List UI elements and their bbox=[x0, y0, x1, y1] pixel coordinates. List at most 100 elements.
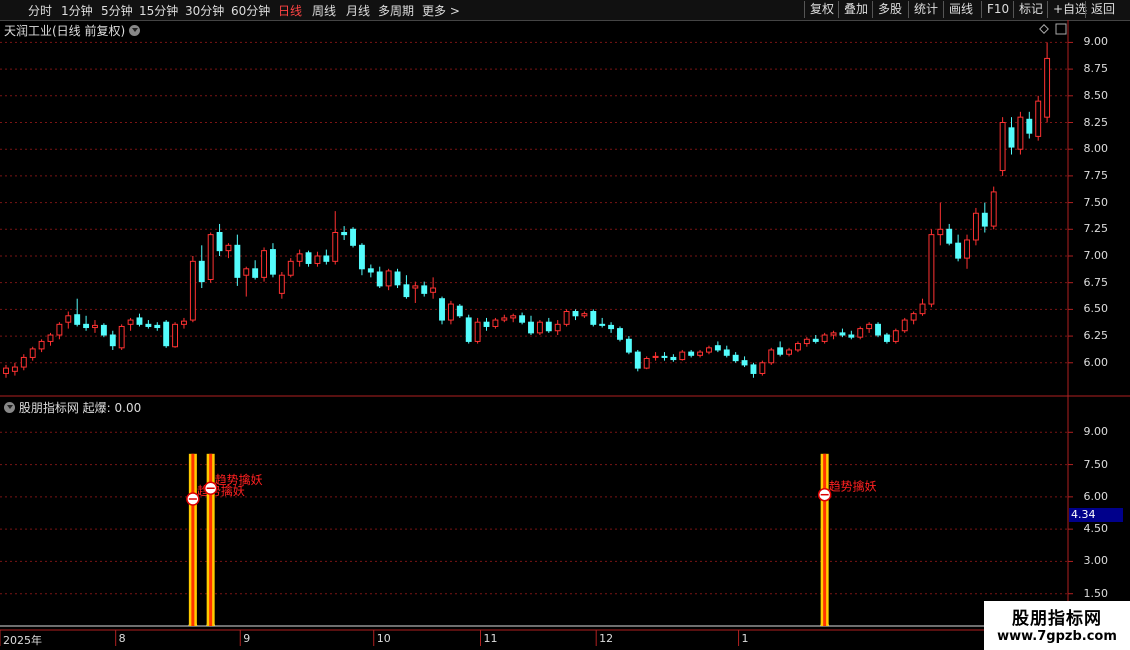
candle-body bbox=[323, 255, 330, 262]
candle-body bbox=[830, 332, 837, 336]
indicator-y-tick-label: 1.50 bbox=[1083, 586, 1109, 600]
candle-body bbox=[261, 250, 267, 278]
toolbar-action-1[interactable]: 叠加 bbox=[838, 1, 873, 18]
watermark-title: 股朋指标网 bbox=[1012, 609, 1102, 629]
main-chart-title-text: 天润工业(日线 前复权) bbox=[4, 24, 126, 38]
period-toolbar: 分时 1分钟 5分钟 15分钟 30分钟 60分钟 日线 周线 月线 多周期 更多 > 复权 叠加 多股统… bbox=[0, 0, 1130, 21]
candle-body bbox=[750, 364, 757, 374]
candle-body bbox=[47, 334, 54, 342]
candle-body bbox=[599, 323, 606, 326]
y-tick-label: 8.75 bbox=[1083, 62, 1109, 76]
candle-body bbox=[1017, 116, 1024, 150]
toolbar-action-2[interactable]: 多股 bbox=[872, 1, 907, 18]
candle-body bbox=[741, 360, 748, 366]
candle-body bbox=[857, 328, 864, 338]
y-tick-label: 8.25 bbox=[1083, 115, 1109, 129]
indicator-title-text: 股朋指标网 起爆: 0.00 bbox=[18, 401, 142, 415]
candle-body bbox=[358, 244, 365, 270]
candle-body bbox=[412, 285, 419, 289]
period-tab-8[interactable]: 月线 bbox=[346, 2, 370, 19]
period-tab-4[interactable]: 30分钟 bbox=[185, 2, 224, 19]
candle-body bbox=[901, 319, 908, 332]
candle-body bbox=[243, 268, 250, 276]
indicator-y-tick-label: 4.50 bbox=[1083, 522, 1109, 536]
y-tick-label: 6.00 bbox=[1083, 355, 1109, 369]
candle-body bbox=[11, 366, 18, 372]
period-tab-5[interactable]: 60分钟 bbox=[231, 2, 270, 19]
candle-body bbox=[510, 315, 517, 319]
candle-body bbox=[999, 122, 1006, 172]
candle-body bbox=[296, 253, 303, 262]
signal-marker-icon bbox=[186, 492, 200, 506]
candle-body bbox=[883, 334, 890, 342]
candle-body bbox=[821, 334, 828, 342]
toolbar-action-6[interactable]: 标记 bbox=[1013, 1, 1048, 18]
candle-body bbox=[118, 325, 125, 349]
candle-body bbox=[163, 321, 170, 347]
period-tab-2[interactable]: 5分钟 bbox=[101, 2, 133, 19]
candle-body bbox=[181, 320, 187, 325]
candle-body bbox=[545, 321, 552, 332]
period-tab-0[interactable]: 分时 bbox=[28, 2, 52, 19]
indicator-current-value: 4.34 bbox=[1069, 508, 1123, 522]
candle-body bbox=[519, 315, 526, 323]
candle-body bbox=[643, 358, 650, 369]
period-tab-1[interactable]: 1分钟 bbox=[61, 2, 93, 19]
y-tick-label: 8.50 bbox=[1083, 88, 1109, 102]
chevron-down-icon[interactable] bbox=[129, 25, 141, 36]
toolbar-action-4[interactable]: 画线 bbox=[943, 1, 978, 18]
candle-body bbox=[100, 324, 107, 336]
signal-bar bbox=[188, 453, 197, 626]
signal-marker-icon bbox=[203, 481, 218, 495]
signal-bar-core bbox=[191, 453, 195, 626]
candle-body bbox=[492, 319, 499, 327]
indicator-title: 股朋指标网 起爆: 0.00 bbox=[4, 399, 141, 416]
y-tick-label: 7.50 bbox=[1083, 195, 1109, 209]
signal-label: 趋势擒妖 bbox=[829, 479, 877, 494]
side-strip-lower bbox=[1121, 400, 1130, 600]
period-tab-7[interactable]: 周线 bbox=[312, 2, 336, 19]
period-tab-9[interactable]: 多周期 bbox=[378, 2, 414, 19]
candle-body bbox=[955, 242, 962, 259]
candle-body bbox=[768, 349, 775, 364]
candle-body bbox=[848, 334, 855, 338]
candle-body bbox=[661, 355, 668, 358]
signal-bar bbox=[820, 453, 829, 626]
signal-bar bbox=[206, 453, 215, 626]
candle-body bbox=[20, 356, 27, 368]
candle-body bbox=[732, 354, 739, 362]
signal-label: 趋势擒妖 bbox=[197, 483, 245, 498]
main-chart-title: 天润工业(日线 前复权) bbox=[4, 22, 141, 39]
candle-body bbox=[145, 323, 152, 327]
period-tab-3[interactable]: 15分钟 bbox=[139, 2, 178, 19]
period-tab-6[interactable]: 日线 bbox=[278, 2, 302, 19]
y-tick-label: 8.00 bbox=[1083, 142, 1109, 156]
toolbar-action-5[interactable]: F10 bbox=[981, 1, 1014, 18]
y-tick-label: 7.75 bbox=[1083, 168, 1109, 182]
candle-body bbox=[83, 323, 90, 329]
chevron-down-icon[interactable] bbox=[4, 402, 15, 413]
y-tick-label: 7.25 bbox=[1083, 222, 1109, 236]
y-tick-label: 6.50 bbox=[1083, 302, 1109, 316]
y-tick-label: 6.25 bbox=[1083, 329, 1109, 343]
candle-body bbox=[875, 323, 881, 336]
candle-body bbox=[341, 231, 348, 236]
indicator-y-tick-label: 9.00 bbox=[1083, 425, 1109, 439]
toolbar-action-8[interactable]: 返回 bbox=[1085, 1, 1120, 18]
candle-body bbox=[350, 228, 356, 246]
candle-body bbox=[528, 321, 534, 334]
candle-body bbox=[385, 270, 392, 287]
toolbar-action-0[interactable]: 复权 bbox=[804, 1, 839, 18]
signal-marker-icon bbox=[817, 487, 832, 502]
candle-body bbox=[56, 323, 63, 336]
candle-body bbox=[803, 338, 810, 345]
signal-peak bbox=[206, 610, 216, 627]
price-chart[interactable]: 趋势擒妖趋势擒妖 趋势擒妖 bbox=[0, 0, 1130, 650]
period-tab-10[interactable]: 更多 > bbox=[422, 2, 460, 19]
candle-body bbox=[270, 249, 276, 275]
x-tick-label: 12 bbox=[599, 632, 614, 645]
candle-body bbox=[225, 244, 232, 252]
candle-body bbox=[946, 228, 953, 244]
candle-body bbox=[990, 191, 997, 227]
toolbar-action-3[interactable]: 统计 bbox=[908, 1, 943, 18]
